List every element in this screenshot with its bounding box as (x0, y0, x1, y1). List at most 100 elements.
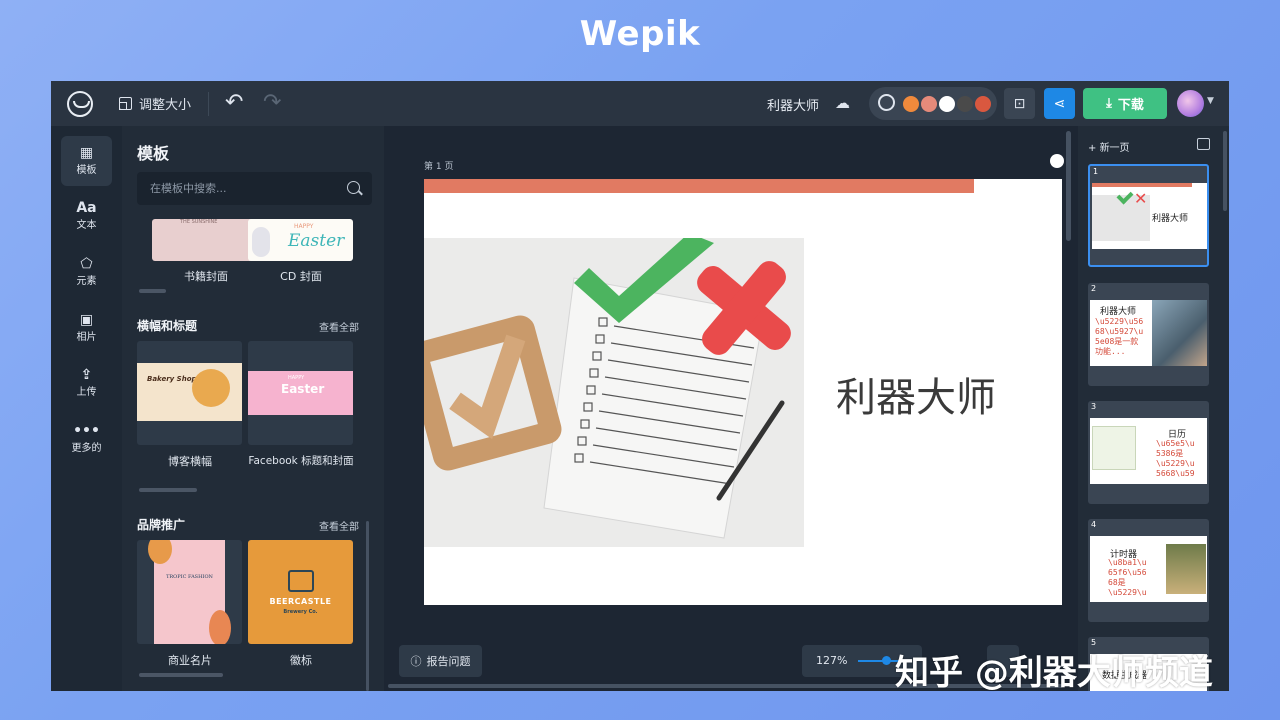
template-label: CD 封面 (280, 270, 322, 283)
checklist-illustration (424, 233, 791, 539)
horizontal-scrollbar[interactable] (139, 289, 166, 293)
photo-icon: ▣ (79, 312, 94, 328)
redo-icon[interactable]: ↷ (263, 90, 281, 115)
page-number: 4 (1091, 520, 1097, 529)
thumb-sub: Brewery Co. (283, 609, 318, 615)
zoom-slider-handle[interactable] (882, 656, 891, 665)
page-number: 2 (1091, 284, 1097, 293)
left-rail: ▦ 模板 Aa 文本 ⬠ 元素 ▣ 相片 ⇪ 上传 ••• 更多的 (51, 126, 122, 691)
rail-item-text[interactable]: Aa 文本 (61, 191, 112, 241)
page-red-text: \u8ba1\u 65f6\u56 68是 \u5229\u (1108, 558, 1147, 597)
page-options-handle[interactable] (1050, 154, 1064, 168)
page-preview: 利器大师 \u5229\u56 68\u5927\u 5e08是一款 功能... (1090, 300, 1207, 366)
canvas-area: 第 1 页 利器大师 ⓘ 报告问题 127% (384, 126, 1078, 691)
template-thumb-cd-cover[interactable]: HAPPY Easter (248, 219, 353, 261)
color-swatch[interactable] (973, 94, 993, 114)
template-card-facebook-cover[interactable]: HAPPY Easter (248, 341, 353, 445)
color-swatch[interactable] (937, 94, 957, 114)
page-preview: ✕ 利器大师 (1092, 183, 1207, 249)
slide-accent-bar[interactable] (424, 179, 974, 193)
page-thumb[interactable]: 2 利器大师 \u5229\u56 68\u5927\u 5e08是一款 功能.… (1088, 283, 1209, 386)
thumb-image: TROPIC FASHION (148, 540, 231, 644)
color-swatch[interactable] (901, 94, 921, 114)
page-number: 3 (1091, 402, 1097, 411)
template-thumb-book-cover[interactable]: THE SUNSHINE (152, 219, 257, 261)
preview-photo (1092, 426, 1136, 470)
page-thumb[interactable]: 3 日历 \u65e5\u 5386是 \u5229\u 5668\u59 (1088, 401, 1209, 504)
see-all-link[interactable]: 查看全部 (319, 518, 359, 533)
download-label: 下载 (1117, 98, 1144, 113)
preview-photo (1166, 544, 1206, 594)
horizontal-scrollbar[interactable] (139, 673, 223, 677)
palette-icon (878, 94, 895, 111)
download-icon: ⤓ (1106, 96, 1112, 111)
report-issue-button[interactable]: ⓘ 报告问题 (399, 645, 482, 677)
chevron-down-icon[interactable]: ▼ (1207, 96, 1214, 106)
thumb-circle (192, 369, 230, 407)
share-button[interactable]: ⋖ (1044, 88, 1075, 119)
rail-item-label: 元素 (76, 276, 97, 287)
rail-item-photos[interactable]: ▣ 相片 (61, 303, 112, 353)
rail-item-label: 相片 (76, 332, 97, 343)
shapes-icon: ⬠ (80, 256, 93, 272)
slide-page[interactable]: 利器大师 (424, 179, 1062, 605)
rail-item-elements[interactable]: ⬠ 元素 (61, 247, 112, 297)
search-icon[interactable] (347, 181, 360, 194)
pages-scrollbar[interactable] (1223, 131, 1227, 211)
user-avatar[interactable] (1177, 90, 1204, 117)
thumb-text: Easter (281, 382, 325, 396)
page-thumb[interactable]: 1 ✕ 利器大师 (1088, 164, 1209, 267)
page-label: 第 1 页 (424, 162, 454, 172)
wepik-logo-icon[interactable] (67, 91, 93, 117)
pages-grid-icon[interactable] (1197, 138, 1210, 150)
template-card-logo[interactable]: BEERCASTLE Brewery Co. (248, 540, 353, 644)
page-red-text: \u65e5\u 5386是 \u5229\u 5668\u59 (1156, 439, 1195, 478)
page-thumb[interactable]: 4 计时器 \u8ba1\u 65f6\u56 68是 \u5229\u (1088, 519, 1209, 622)
page-preview: 日历 \u65e5\u 5386是 \u5229\u 5668\u59 (1090, 418, 1207, 484)
watermark: 知乎 @利器大师频道 (895, 653, 1213, 693)
thumb-text: TROPIC FASHION (166, 574, 213, 580)
color-palette[interactable] (869, 87, 997, 120)
panel-scrollbar[interactable] (366, 521, 369, 691)
leaf-shape (209, 610, 231, 644)
new-page-button[interactable]: + 新一页 (1088, 139, 1130, 154)
template-card-blog-banner[interactable]: Bakery Shop (137, 341, 242, 445)
thumb-sub: HAPPY (294, 223, 314, 230)
share-icon: ⋖ (1053, 95, 1066, 112)
thumb-text: Bakery Shop (147, 375, 197, 383)
rail-item-upload[interactable]: ⇪ 上传 (61, 358, 112, 408)
document-title[interactable]: 利器大师 (767, 95, 819, 114)
color-swatch[interactable] (955, 94, 975, 114)
new-page-label: 新一页 (1099, 143, 1130, 154)
thumb-text: BEERCASTLE (269, 597, 332, 606)
accent-bar (1092, 183, 1192, 187)
section-title: 品牌推广 (137, 518, 186, 532)
horizontal-scrollbar[interactable] (139, 488, 197, 492)
template-search-input[interactable] (137, 172, 372, 205)
site-title: Wepik (579, 14, 701, 54)
grid-icon: ▦ (79, 145, 94, 161)
rail-item-label: 更多的 (71, 443, 102, 454)
slide-title-text[interactable]: 利器大师 (836, 365, 996, 423)
resize-icon (119, 97, 132, 110)
resize-button[interactable]: 调整大小 (119, 94, 191, 113)
download-button[interactable]: ⤓ 下载 (1083, 88, 1167, 119)
templates-panel: 模板 THE SUNSHINE HAPPY Easter 书籍封面 CD 封面 … (122, 126, 384, 691)
template-card-business-card[interactable]: TROPIC FASHION (137, 540, 242, 644)
color-swatch[interactable] (919, 94, 939, 114)
slide-photo[interactable] (424, 233, 804, 547)
thumb-sub: HAPPY (288, 375, 305, 381)
section-title: 横幅和标题 (137, 319, 198, 333)
present-button[interactable]: ⊡ (1004, 88, 1035, 119)
rail-item-more[interactable]: ••• 更多的 (61, 414, 112, 464)
undo-icon[interactable]: ↶ (225, 90, 243, 115)
page-red-text: \u5229\u56 68\u5927\u 5e08是一款 功能... (1095, 317, 1144, 356)
top-bar: 调整大小 ↶ ↷ 利器大师 ☁ ⊡ ⋖ ⤓ 下载 ▼ (51, 81, 1229, 126)
panel-title: 模板 (137, 144, 170, 163)
template-label: Facebook 标题和封面 (248, 455, 354, 467)
rail-item-templates[interactable]: ▦ 模板 (61, 136, 112, 186)
see-all-link[interactable]: 查看全部 (319, 319, 359, 334)
thumb-image: Bakery Shop (137, 363, 242, 421)
rail-item-label: 模板 (76, 165, 97, 176)
canvas-vertical-scrollbar[interactable] (1066, 131, 1071, 241)
